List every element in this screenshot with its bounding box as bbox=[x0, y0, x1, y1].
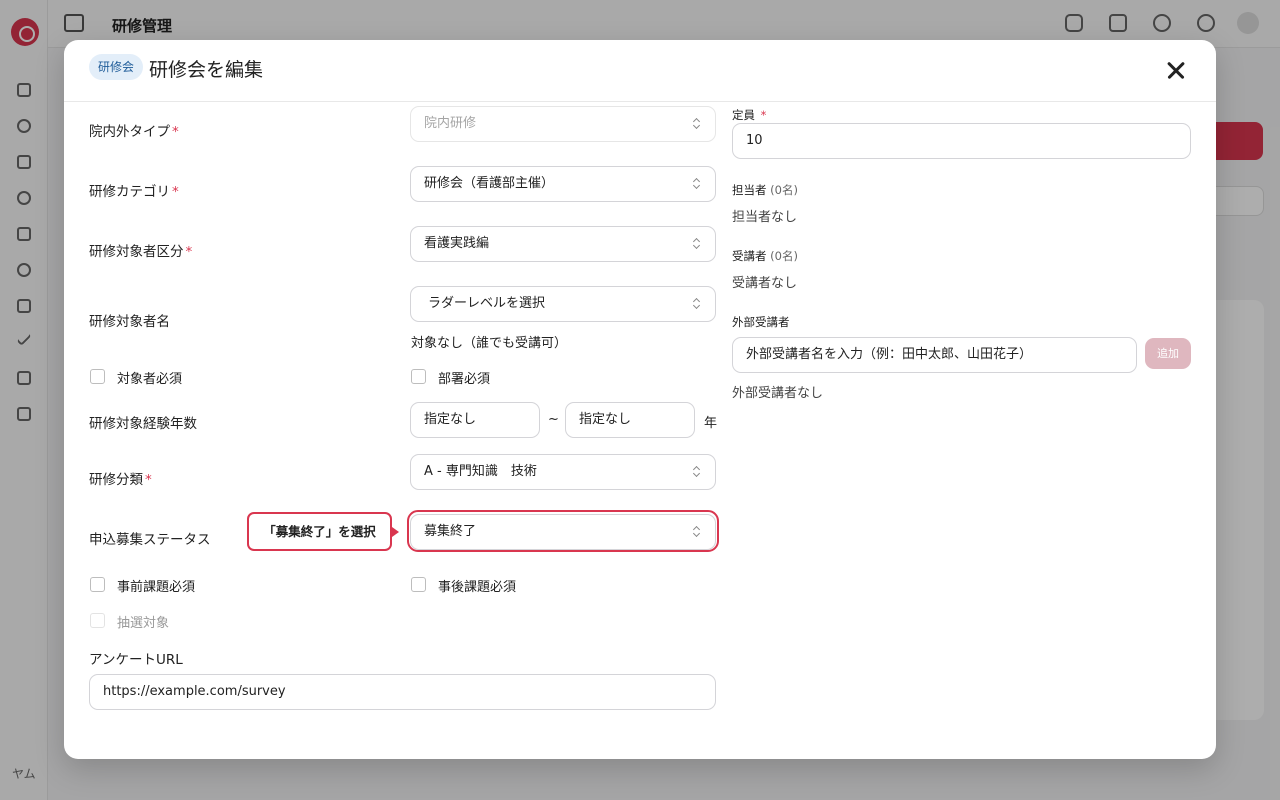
attendees-empty-text: 受講者なし bbox=[732, 276, 798, 291]
close-icon[interactable] bbox=[1162, 56, 1190, 84]
training-type-badge: 研修会 bbox=[89, 54, 144, 80]
callout-arrow bbox=[392, 527, 399, 537]
lottery-checkbox bbox=[90, 613, 105, 628]
dept-required-label: 部署必須 bbox=[438, 372, 491, 387]
experience-tilde: ~ bbox=[548, 412, 559, 427]
target-class-label: 研修対象者区分 * bbox=[89, 244, 193, 260]
experience-from-input[interactable]: 指定なし bbox=[410, 402, 540, 438]
chevron-updown-icon bbox=[693, 466, 701, 478]
ladder-level-select[interactable]: ラダーレベルを選択 bbox=[410, 286, 716, 322]
instruction-callout: 「募集終了」を選択 bbox=[247, 512, 392, 551]
internal-type-select: 院内研修 bbox=[410, 106, 716, 142]
capacity-label: 定員 * bbox=[732, 108, 767, 122]
experience-unit: 年 bbox=[704, 416, 718, 431]
survey-url-label: アンケートURL bbox=[89, 652, 183, 668]
experience-to-input[interactable]: 指定なし bbox=[565, 402, 695, 438]
attendees-label: 受講者 (0名) bbox=[732, 249, 798, 263]
post-task-checkbox[interactable] bbox=[411, 577, 426, 592]
classification-select[interactable]: A - 専門知識 技術 bbox=[410, 454, 716, 490]
chevron-updown-icon bbox=[693, 238, 701, 250]
category-select[interactable]: 研修会（看護部主催） bbox=[410, 166, 716, 202]
experience-label: 研修対象経験年数 bbox=[89, 416, 197, 432]
survey-url-input[interactable]: https://example.com/survey bbox=[89, 674, 716, 710]
staff-empty-text: 担当者なし bbox=[732, 210, 798, 225]
chevron-updown-icon bbox=[693, 298, 701, 310]
target-required-label: 対象者必須 bbox=[117, 372, 183, 387]
modal-header: 研修会 研修会を編集 bbox=[64, 40, 1216, 102]
category-label: 研修カテゴリ * bbox=[89, 184, 179, 200]
add-external-button[interactable]: 追加 bbox=[1145, 338, 1191, 369]
external-empty-text: 外部受講者なし bbox=[732, 386, 824, 401]
capacity-input[interactable]: 10 bbox=[732, 123, 1191, 159]
chevron-updown-icon bbox=[693, 118, 701, 130]
target-name-label: 研修対象者名 bbox=[89, 314, 170, 330]
internal-type-label: 院内外タイプ * bbox=[89, 124, 179, 140]
pre-task-label: 事前課題必須 bbox=[117, 580, 196, 595]
post-task-label: 事後課題必須 bbox=[438, 580, 517, 595]
pre-task-checkbox[interactable] bbox=[90, 577, 105, 592]
status-label: 申込募集ステータス bbox=[89, 532, 211, 548]
modal-title: 研修会を編集 bbox=[149, 59, 264, 81]
edit-training-modal: 研修会 研修会を編集 院内外タイプ * 院内研修 研修カテゴリ * 研修会（看護部主… bbox=[64, 40, 1216, 759]
dept-required-checkbox[interactable] bbox=[411, 369, 426, 384]
external-label: 外部受講者 bbox=[732, 315, 790, 329]
target-required-checkbox[interactable] bbox=[90, 369, 105, 384]
classification-label: 研修分類 * bbox=[89, 472, 152, 488]
staff-label: 担当者 (0名) bbox=[732, 183, 798, 197]
target-class-select[interactable]: 看護実践編 bbox=[410, 226, 716, 262]
external-attendee-input[interactable]: 外部受講者名を入力（例：田中太郎、山田花子） bbox=[732, 337, 1137, 373]
target-name-note: 対象なし（誰でも受講可） bbox=[411, 336, 568, 351]
lottery-label: 抽選対象 bbox=[117, 616, 170, 631]
status-highlight-ring bbox=[407, 510, 719, 552]
chevron-updown-icon bbox=[693, 178, 701, 190]
